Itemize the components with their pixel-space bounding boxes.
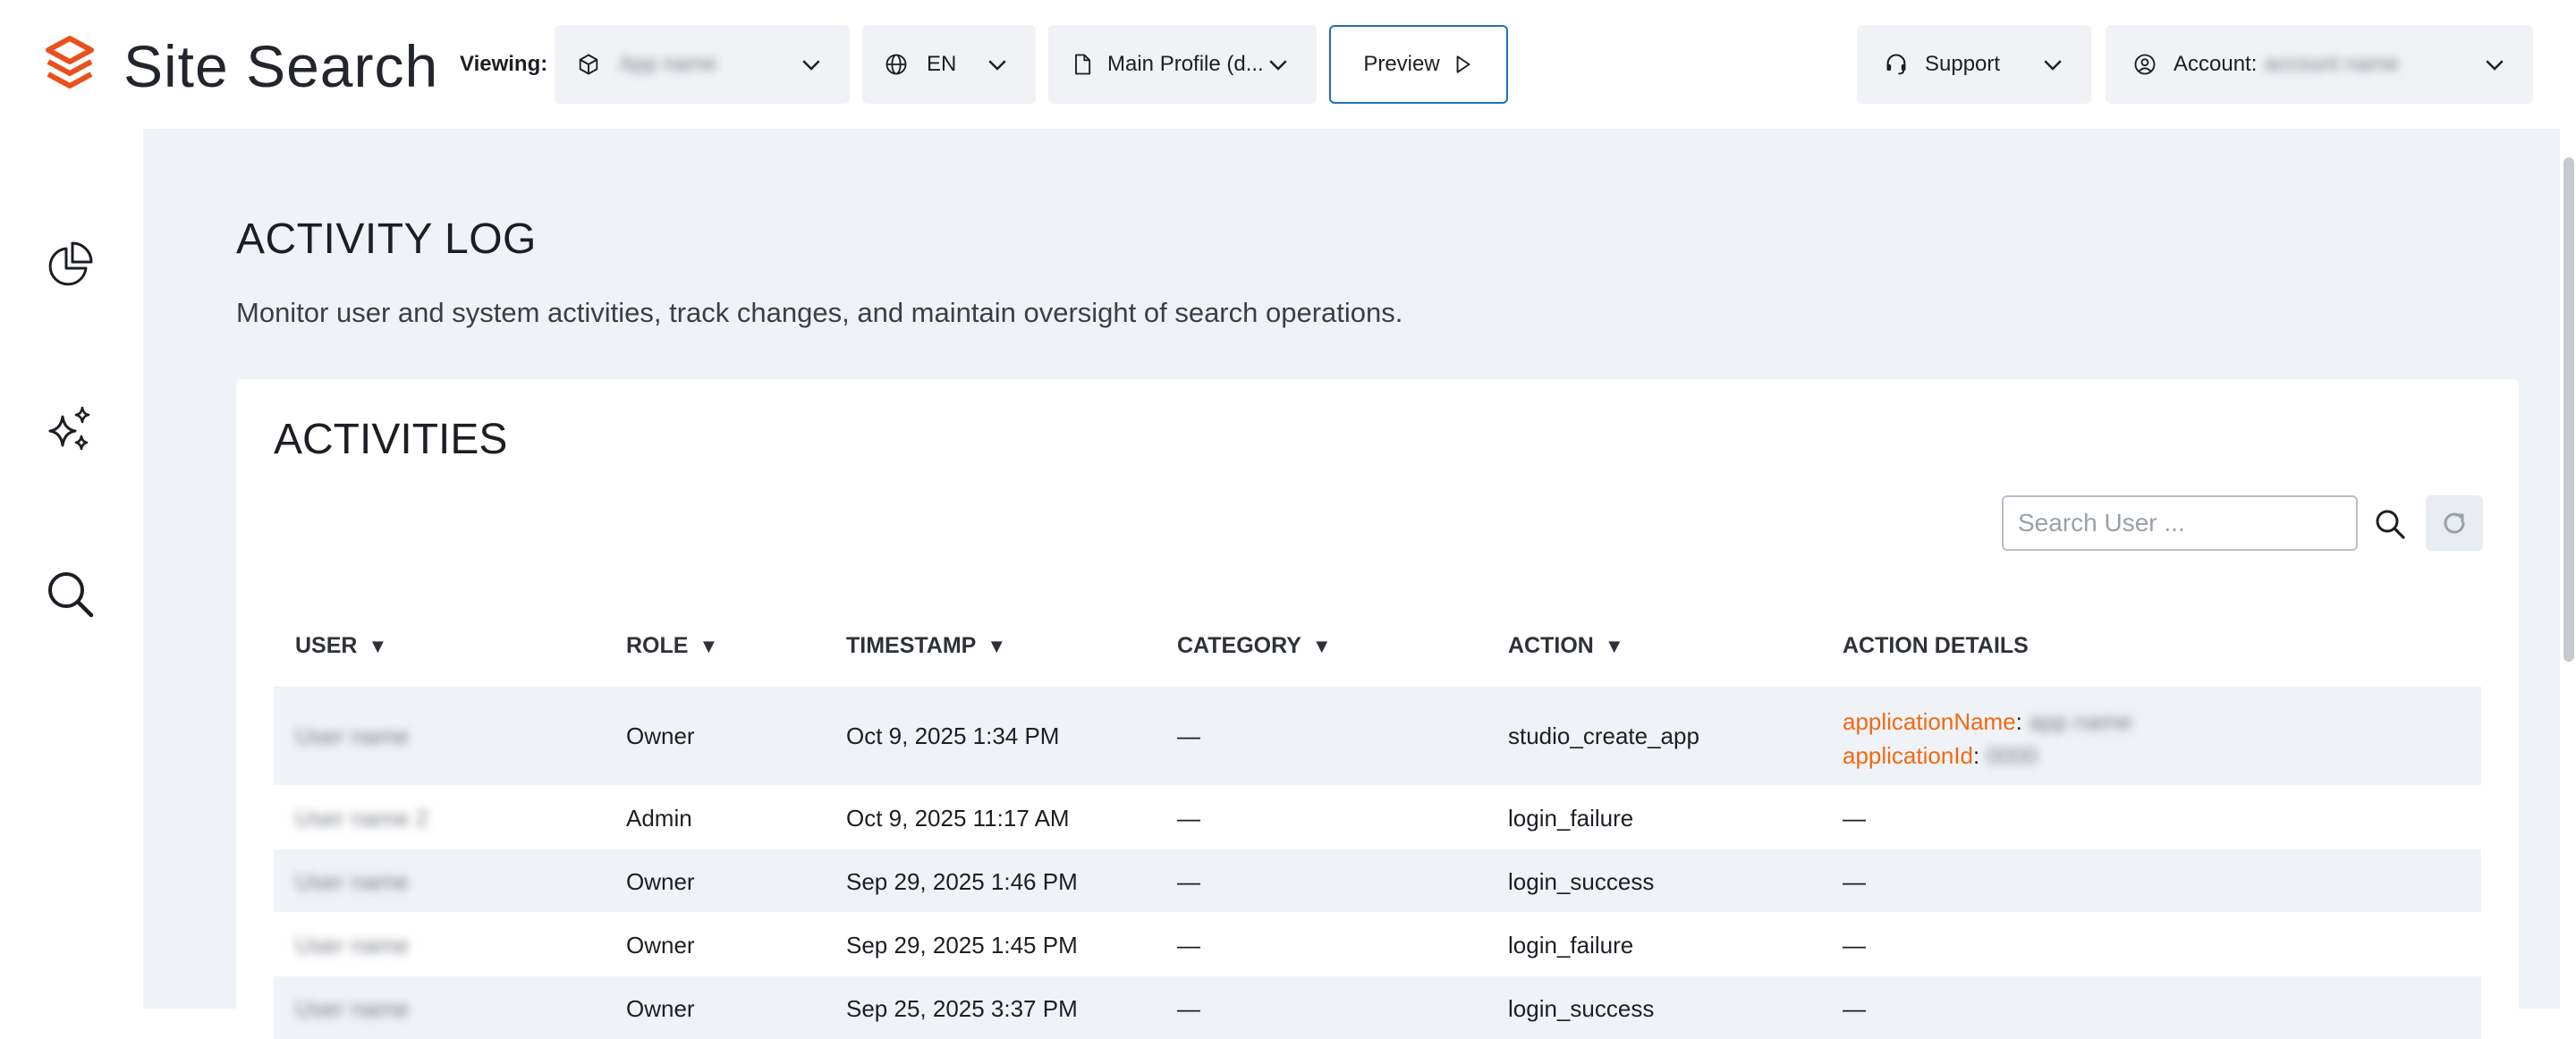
cell-action: login_failure: [1508, 805, 1634, 832]
preview-button[interactable]: Preview: [1329, 25, 1508, 104]
detail-line: applicationId: 0000: [1843, 742, 2038, 769]
cell-action-details: —: [1843, 868, 1866, 895]
account-menu[interactable]: Account: account name: [2106, 25, 2533, 104]
cell-role: Owner: [626, 868, 695, 895]
table-row[interactable]: User name Owner Sep 25, 2025 3:37 PM — l…: [274, 976, 2481, 1039]
table-header: USER ▼ ROLE ▼ TIMESTAMP ▼ CATEGORY ▼ ACTION ▼…: [274, 594, 2481, 687]
cell-action: login_failure: [1508, 932, 1634, 959]
cell-user: User name: [295, 932, 410, 959]
support-menu[interactable]: Support: [1857, 25, 2091, 104]
refresh-icon: [2444, 512, 2465, 534]
chevron-down-icon: [1269, 60, 1287, 71]
search-user-input[interactable]: [2002, 495, 2358, 551]
sort-down-icon: ▼: [1311, 634, 1332, 657]
column-header-role[interactable]: ROLE ▼: [626, 633, 718, 659]
main-content: ACTIVITY LOG Monitor user and system act…: [143, 129, 2560, 1039]
scrollbar-thumb[interactable]: [2563, 157, 2574, 662]
headset-icon: [1886, 54, 1906, 75]
sort-down-icon: ▼: [1604, 634, 1624, 657]
table-row[interactable]: User name 2 Admin Oct 9, 2025 11:17 AM —…: [274, 785, 2481, 849]
refresh-button[interactable]: [2426, 495, 2483, 551]
language-select[interactable]: EN: [862, 25, 1036, 104]
pie-chart-icon[interactable]: [45, 240, 95, 290]
cell-timestamp: Sep 29, 2025 1:45 PM: [846, 932, 1078, 959]
cell-timestamp: Sep 29, 2025 1:46 PM: [846, 868, 1078, 895]
detail-value: app name: [2029, 708, 2132, 735]
chevron-down-icon: [802, 60, 820, 71]
table-row[interactable]: User name Owner Sep 29, 2025 1:45 PM — l…: [274, 912, 2481, 976]
app-select[interactable]: App name: [555, 25, 850, 104]
cell-timestamp: Oct 9, 2025 11:17 AM: [846, 805, 1070, 832]
column-header-action-details: ACTION DETAILS: [1843, 633, 2029, 658]
cell-timestamp: Oct 9, 2025 1:34 PM: [846, 722, 1060, 749]
column-header-user[interactable]: USER ▼: [295, 633, 387, 659]
column-header-timestamp[interactable]: TIMESTAMP ▼: [846, 633, 1006, 659]
cell-role: Owner: [626, 932, 695, 959]
sidebar: [0, 129, 143, 1009]
cell-action-details: —: [1843, 932, 1866, 959]
cell-action: studio_create_app: [1508, 722, 1699, 749]
file-icon: [1075, 54, 1091, 75]
cell-action: login_success: [1508, 868, 1655, 895]
detail-line: applicationName: app name: [1843, 708, 2132, 735]
account-label: Account:: [2174, 52, 2258, 76]
sort-down-icon: ▼: [368, 634, 388, 657]
profile-select[interactable]: Main Profile (d...: [1048, 25, 1317, 104]
cell-category: —: [1177, 932, 1200, 959]
user-circle-icon: [2134, 54, 2156, 75]
brand-logo-icon: [46, 36, 94, 89]
cell-action: login_success: [1508, 995, 1655, 1022]
page-description: Monitor user and system activities, trac…: [236, 297, 1403, 328]
chevron-down-icon: [2486, 60, 2504, 71]
preview-label: Preview: [1363, 52, 1440, 76]
cell-action-details: applicationName: app name applicationId:…: [1843, 705, 2132, 773]
detail-key: applicationName: [1843, 708, 2016, 735]
cube-icon: [579, 54, 598, 75]
profile-select-value: Main Profile (d...: [1107, 52, 1264, 76]
brand-name: Site Search: [123, 33, 439, 99]
cell-category: —: [1177, 868, 1200, 895]
cell-role: Admin: [626, 805, 692, 832]
sort-down-icon: ▼: [699, 634, 719, 657]
sort-down-icon: ▼: [987, 634, 1007, 657]
cell-action-details: —: [1843, 995, 1866, 1022]
search-icon[interactable]: [45, 569, 95, 619]
activities-card: ACTIVITIES USER▼ ROLE▼ TIMESTAMP▼: [236, 379, 2519, 1039]
chevron-down-icon: [988, 60, 1006, 71]
app-select-value: App name: [619, 52, 717, 76]
cell-timestamp: Sep 25, 2025 3:37 PM: [846, 995, 1078, 1022]
chevron-down-icon: [2044, 60, 2062, 71]
column-header-action[interactable]: ACTION ▼: [1508, 633, 1624, 659]
cell-category: —: [1177, 805, 1200, 832]
cell-category: —: [1177, 722, 1200, 749]
support-label: Support: [1925, 52, 2001, 76]
top-header: Site Search Viewing: App name EN Main Pr…: [0, 0, 2576, 129]
table-row[interactable]: User name Owner Oct 9, 2025 1:34 PM — st…: [274, 687, 2481, 785]
sparkles-icon[interactable]: [45, 404, 95, 454]
activities-title: ACTIVITIES: [274, 416, 508, 463]
brand[interactable]: Site Search: [43, 32, 438, 100]
column-header-category[interactable]: CATEGORY ▼: [1177, 633, 1332, 659]
cell-user: User name 2: [295, 805, 428, 832]
cell-category: —: [1177, 995, 1200, 1022]
cell-user: User name: [295, 722, 410, 749]
table-row[interactable]: User name Owner Sep 29, 2025 1:46 PM — l…: [274, 849, 2481, 912]
cell-user: User name: [295, 995, 410, 1022]
globe-icon: [886, 54, 907, 75]
page-title: ACTIVITY LOG: [236, 215, 537, 263]
play-icon: [1456, 55, 1470, 73]
account-value: account name: [2264, 52, 2400, 76]
cell-user: User name: [295, 868, 410, 895]
cell-action-details: —: [1843, 805, 1866, 832]
language-select-value: EN: [927, 52, 957, 76]
cell-role: Owner: [626, 722, 695, 749]
activities-table: USER ▼ ROLE ▼ TIMESTAMP ▼ CATEGORY ▼ ACTION ▼…: [274, 594, 2481, 1039]
search-icon[interactable]: [2374, 508, 2406, 540]
detail-value: 0000: [1986, 742, 2038, 769]
viewing-label: Viewing:: [460, 52, 548, 76]
detail-key: applicationId: [1843, 742, 1973, 769]
cell-role: Owner: [626, 995, 695, 1022]
